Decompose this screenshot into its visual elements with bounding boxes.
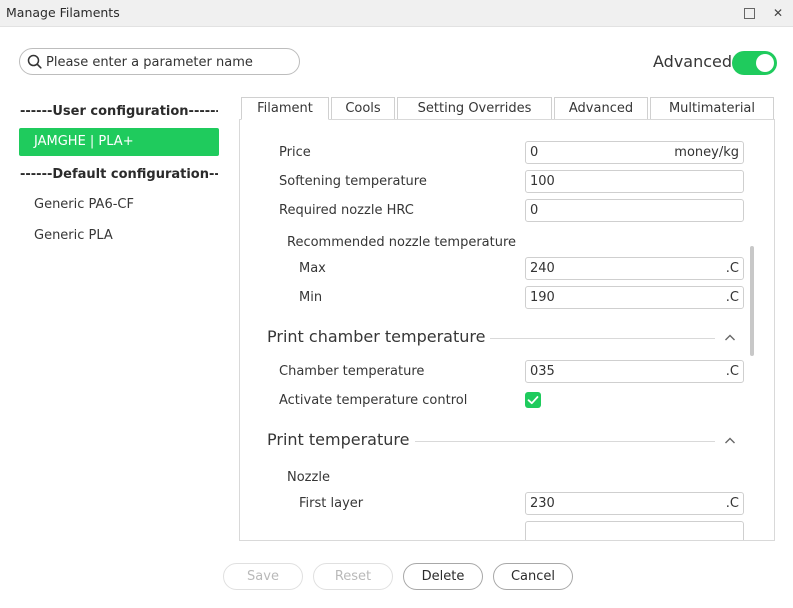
- activate-temperature-control-checkbox[interactable]: [525, 392, 541, 408]
- tab-multimaterial[interactable]: Multimaterial: [650, 97, 774, 120]
- first-layer-label: First layer: [299, 496, 364, 511]
- price-label: Price: [279, 145, 311, 160]
- first-layer-temperature-unit: .C: [725, 496, 739, 511]
- default-configuration-header: ------Default configuration------: [20, 167, 218, 182]
- max-temperature-unit: .C: [725, 261, 739, 276]
- search-input[interactable]: [46, 53, 291, 71]
- search-box[interactable]: [19, 48, 300, 75]
- next-temperature-input[interactable]: [525, 521, 744, 540]
- min-temperature-value: 190: [530, 290, 555, 305]
- softening-temperature-input[interactable]: 100: [525, 170, 744, 193]
- activate-temperature-control-label: Activate temperature control: [279, 393, 468, 408]
- nozzle-hrc-label: Required nozzle HRC: [279, 203, 414, 218]
- panel-scrollbar[interactable]: [750, 246, 754, 356]
- min-temperature-unit: .C: [725, 290, 739, 305]
- price-unit: money/kg: [674, 145, 739, 160]
- search-icon: [27, 54, 42, 69]
- tab-setting-overrides[interactable]: Setting Overrides: [397, 97, 552, 120]
- toggle-knob: [756, 54, 774, 72]
- price-input[interactable]: 0 money/kg: [525, 141, 744, 164]
- chamber-temperature-input[interactable]: 035 .C: [525, 360, 744, 383]
- cancel-button[interactable]: Cancel: [493, 563, 573, 590]
- section-divider: [415, 441, 715, 442]
- maximize-icon: [744, 8, 755, 19]
- advanced-toggle[interactable]: [732, 51, 777, 75]
- print-chamber-temperature-title: Print chamber temperature: [267, 327, 486, 346]
- chevron-up-icon[interactable]: [724, 332, 736, 344]
- min-label: Min: [299, 290, 323, 305]
- softening-temperature-value: 100: [530, 174, 555, 189]
- print-temperature-title: Print temperature: [267, 430, 410, 449]
- title-bar: Manage Filaments ✕: [0, 0, 793, 27]
- max-temperature-input[interactable]: 240 .C: [525, 257, 744, 280]
- recommended-nozzle-temperature-label: Recommended nozzle temperature: [287, 235, 517, 250]
- settings-panel: Price 0 money/kg Softening temperature 1…: [239, 119, 775, 541]
- nozzle-label: Nozzle: [287, 470, 330, 485]
- reset-button[interactable]: Reset: [313, 563, 393, 590]
- advanced-label: Advanced: [653, 52, 733, 71]
- save-button[interactable]: Save: [223, 563, 303, 590]
- chamber-temperature-unit: .C: [725, 364, 739, 379]
- chevron-up-icon[interactable]: [724, 435, 736, 447]
- tab-cools[interactable]: Cools: [331, 97, 395, 120]
- user-configuration-header: ------User configuration------: [20, 104, 218, 119]
- window-title: Manage Filaments: [6, 5, 120, 20]
- nozzle-hrc-value: 0: [530, 203, 539, 218]
- section-divider: [490, 338, 715, 339]
- filament-item-generic-pla[interactable]: Generic PLA: [19, 222, 219, 250]
- max-label: Max: [299, 261, 326, 276]
- softening-temperature-label: Softening temperature: [279, 174, 427, 189]
- min-temperature-input[interactable]: 190 .C: [525, 286, 744, 309]
- filament-item-jamghe-pla-plus[interactable]: JAMGHE | PLA+: [19, 128, 219, 156]
- price-value: 0: [530, 145, 539, 160]
- tab-advanced[interactable]: Advanced: [554, 97, 648, 120]
- nozzle-hrc-input[interactable]: 0: [525, 199, 744, 222]
- checkmark-icon: [527, 396, 539, 405]
- close-button[interactable]: ✕: [767, 2, 789, 24]
- chamber-temperature-value: 035: [530, 364, 555, 379]
- max-temperature-value: 240: [530, 261, 555, 276]
- tab-filament[interactable]: Filament: [241, 97, 329, 120]
- chamber-temperature-label: Chamber temperature: [279, 364, 425, 379]
- close-icon: ✕: [772, 6, 784, 20]
- first-layer-temperature-value: 230: [530, 496, 555, 511]
- first-layer-temperature-input[interactable]: 230 .C: [525, 492, 744, 515]
- delete-button[interactable]: Delete: [403, 563, 483, 590]
- filament-item-generic-pa6-cf[interactable]: Generic PA6-CF: [19, 191, 219, 219]
- maximize-button[interactable]: [738, 2, 760, 24]
